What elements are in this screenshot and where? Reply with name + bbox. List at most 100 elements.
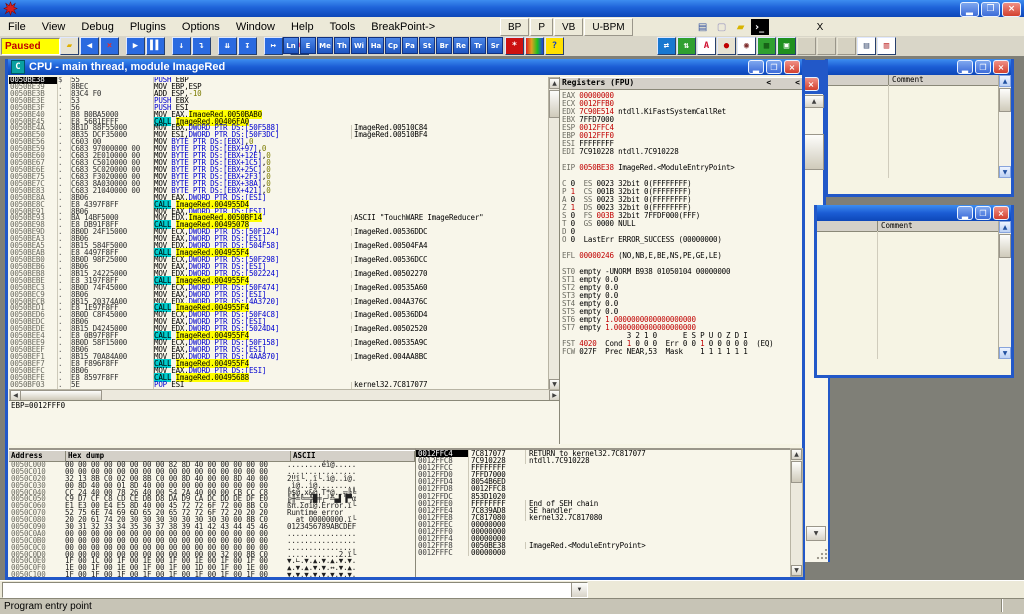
- registers-panel-button[interactable]: <: [795, 78, 800, 87]
- panel-button-e[interactable]: E: [300, 37, 316, 54]
- panel-button-pa[interactable]: Pa: [402, 37, 418, 54]
- close-button[interactable]: ×: [1002, 2, 1021, 17]
- restore-button[interactable]: ❐: [766, 60, 782, 74]
- disasm-row[interactable]: 0050BE3B.83C4 F0ADD ESP,-10: [9, 91, 548, 98]
- fragment-close-button[interactable]: ×: [803, 77, 819, 91]
- plugin-button-ubpm[interactable]: U-BPM: [584, 18, 632, 36]
- panel-button-br[interactable]: Br: [436, 37, 452, 54]
- register-line[interactable]: EDI 7C910228 ntdll.7C910228: [562, 148, 802, 156]
- stack-vscrollbar[interactable]: ▲ ▼: [790, 448, 803, 577]
- scrollbar[interactable]: ▲ ▼: [998, 221, 1011, 359]
- dump-row[interactable]: 0050C1001F 00 1F 00 1F 00 1F 00 1F 00 1F…: [9, 572, 415, 577]
- console-icon[interactable]: ›_: [751, 19, 769, 35]
- panel-button-cp[interactable]: Cp: [385, 37, 401, 54]
- ascii-a-icon[interactable]: A: [697, 37, 716, 55]
- close-program-icon[interactable]: ×: [100, 37, 119, 55]
- disasm-row[interactable]: 0050BE9D.8B0D 24F15000MOV ECX,DWORD PTR …: [9, 229, 548, 236]
- disasm-row[interactable]: 0050BED6.8B0D C8F45000MOV ECX,DWORD PTR …: [9, 312, 548, 319]
- register-line[interactable]: EFL 00000246 (NO,NB,E,BE,NS,PE,GE,LE): [562, 252, 802, 260]
- register-line[interactable]: EIP 0050BE38 ImageRed.<ModuleEntryPoint>: [562, 164, 802, 172]
- scroll-thumb[interactable]: [804, 134, 824, 170]
- maximize-button[interactable]: ❐: [975, 60, 991, 74]
- menu-file[interactable]: File: [0, 18, 34, 37]
- blank-button[interactable]: [837, 37, 856, 55]
- panel-button-tr[interactable]: Tr: [470, 37, 486, 54]
- options-gear-icon[interactable]: *: [505, 37, 524, 55]
- panel-button-ln[interactable]: Ln: [283, 37, 299, 54]
- step-over-icon[interactable]: ↴: [192, 37, 211, 55]
- disasm-row[interactable]: 0050BEB0.8B0D 98F25000MOV ECX,DWORD PTR …: [9, 257, 548, 264]
- disasm-row[interactable]: 0050BE83.C683 21040000 00MOV BYTE PTR DS…: [9, 188, 548, 195]
- maximize-button[interactable]: ❐: [975, 206, 991, 220]
- trace-into-icon[interactable]: ⇊: [218, 37, 237, 55]
- blank-button[interactable]: [797, 37, 816, 55]
- panel-button-me[interactable]: Me: [317, 37, 333, 54]
- disasm-row[interactable]: 0050BE8C.E8 4397F8FFCALL ImageRed.004955…: [9, 202, 548, 209]
- combobox-dropdown-button[interactable]: ▼: [571, 583, 587, 597]
- registers-pane[interactable]: Registers (FPU) << EAX 00000000ECX 0012F…: [559, 77, 802, 444]
- panel-button-st[interactable]: St: [419, 37, 435, 54]
- disasm-row[interactable]: 0050BEF7.E8 F896F8FFCALL ImageRed.004955…: [9, 361, 548, 368]
- menu-breakpoint[interactable]: BreakPoint->: [363, 18, 443, 37]
- scroll-down-arrow[interactable]: ▼: [806, 526, 826, 541]
- blank-button[interactable]: [817, 37, 836, 55]
- minimize-button[interactable]: ▂: [957, 60, 973, 74]
- scroll-up-arrow[interactable]: ▲: [804, 95, 824, 108]
- menu-help[interactable]: Help: [283, 18, 322, 37]
- stack-pane[interactable]: 0012FFC47C817077RETURN to kernel32.7C817…: [415, 448, 791, 577]
- swap-arrows-icon[interactable]: ⇄: [657, 37, 676, 55]
- hex-dump-pane[interactable]: Address Hex dump ASCII 0050C00000 00 00 …: [9, 448, 415, 577]
- folder-icon[interactable]: ▰: [732, 19, 750, 35]
- notepad-icon[interactable]: ▤: [694, 19, 712, 35]
- list-icon[interactable]: ▥: [877, 37, 896, 55]
- disasm-row[interactable]: 0050BEC3.8B0D 74F45000MOV ECX,DWORD PTR …: [9, 285, 548, 292]
- scroll-thumb[interactable]: [791, 461, 802, 483]
- run-icon[interactable]: ▶: [126, 37, 145, 55]
- help-icon[interactable]: ?: [545, 37, 564, 55]
- trace-over-icon[interactable]: ↧: [238, 37, 257, 55]
- menu-window[interactable]: Window: [228, 18, 283, 37]
- panel-button-ha[interactable]: Ha: [368, 37, 384, 54]
- pause-icon[interactable]: ▌▌: [146, 37, 165, 55]
- restore-button[interactable]: ❐: [981, 2, 1000, 17]
- resize-grip[interactable]: [815, 549, 827, 561]
- open-file-icon[interactable]: ▰: [60, 37, 79, 55]
- appearance-palette-icon[interactable]: [525, 37, 544, 55]
- record-dot-icon[interactable]: ●: [717, 37, 736, 55]
- scroll-down-arrow[interactable]: ▼: [791, 565, 802, 576]
- close-button[interactable]: ×: [784, 60, 800, 74]
- register-line[interactable]: O 0 LastErr ERROR_SUCCESS (00000000): [562, 236, 802, 244]
- plugin-button-bp[interactable]: BP: [500, 18, 529, 36]
- close-button[interactable]: ×: [993, 206, 1009, 220]
- close-button[interactable]: ×: [993, 60, 1009, 74]
- step-into-icon[interactable]: ↓: [172, 37, 191, 55]
- menu-tools[interactable]: Tools: [322, 18, 364, 37]
- menu-view[interactable]: View: [34, 18, 74, 37]
- disasm-row[interactable]: 0050BE38$55PUSH EBP: [9, 77, 548, 84]
- updown-arrows-icon[interactable]: ⇅: [677, 37, 696, 55]
- notes-icon[interactable]: ▤: [857, 37, 876, 55]
- minimize-button[interactable]: ▂: [960, 2, 979, 17]
- scrollbar[interactable]: ▲ ▼: [998, 75, 1011, 178]
- disasm-row[interactable]: 0050BF03.5EPOP ESIkernel32.7C817077: [9, 382, 548, 389]
- disasm-row[interactable]: 0050BEE9.8B0D 58F15000MOV ECX,DWORD PTR …: [9, 340, 548, 347]
- panel-button-wi[interactable]: Wi: [351, 37, 367, 54]
- bars-icon[interactable]: ▦: [757, 37, 776, 55]
- register-line[interactable]: FCW 027F Prec NEAR,53 Mask 1 1 1 1 1 1: [562, 348, 802, 356]
- document-icon[interactable]: ▢: [713, 19, 731, 35]
- disasm-row[interactable]: 0050BEFE.E8 8597F8FFCALL ImageRed.004956…: [9, 375, 548, 382]
- restart-icon[interactable]: ◀: [80, 37, 99, 55]
- registers-panel-button[interactable]: <: [766, 78, 771, 87]
- plugin-button-vb[interactable]: VB: [554, 18, 583, 36]
- stack-row[interactable]: 0012FFFC00000000: [416, 549, 791, 556]
- disasm-row[interactable]: 0050BE3E.53PUSH EBX: [9, 98, 548, 105]
- window-icon[interactable]: ▣: [777, 37, 796, 55]
- command-input[interactable]: [3, 583, 571, 597]
- minimize-button[interactable]: ▂: [957, 206, 973, 220]
- minimize-button[interactable]: ▂: [748, 60, 764, 74]
- cpu-titlebar[interactable]: C CPU - main thread, module ImageRed ▂ ❐…: [8, 59, 802, 75]
- plugin-close-button[interactable]: X: [810, 19, 831, 35]
- spiral-icon[interactable]: ◉: [737, 37, 756, 55]
- panel-button-re[interactable]: Re: [453, 37, 469, 54]
- run-to-return-icon[interactable]: ↦: [264, 37, 283, 55]
